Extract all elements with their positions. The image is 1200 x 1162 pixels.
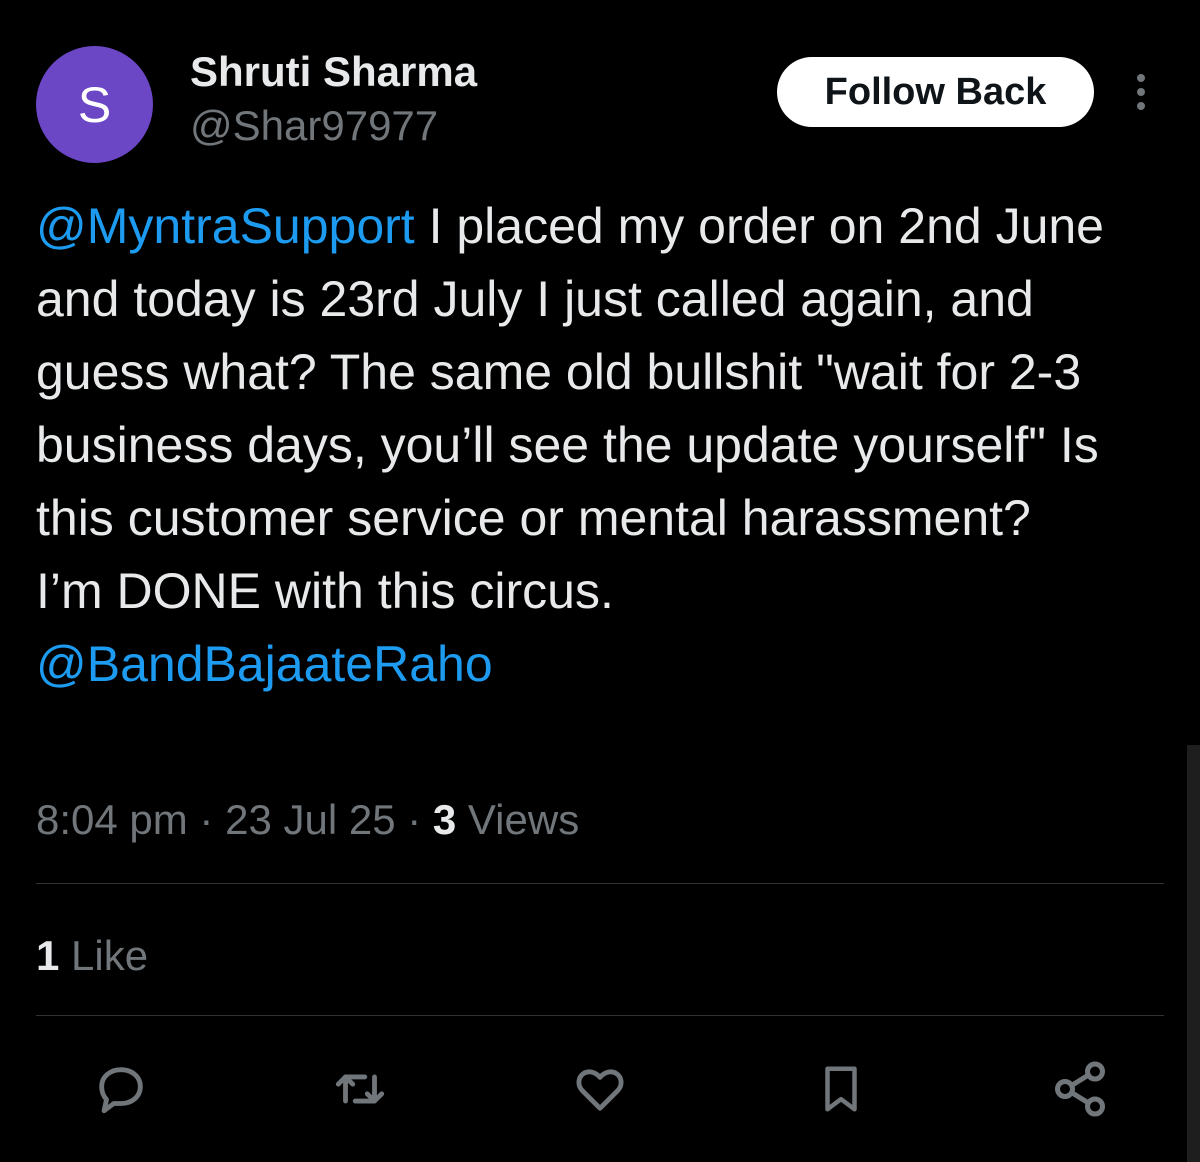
display-name[interactable]: Shruti Sharma [190, 46, 477, 98]
avatar-letter: S [77, 76, 112, 133]
divider [36, 883, 1164, 884]
likes-count: 1 [36, 932, 60, 979]
divider [36, 1015, 1164, 1016]
avatar[interactable]: S [36, 46, 153, 163]
meta-separator: · [395, 796, 433, 843]
retweet-icon [335, 1074, 385, 1104]
views-label: Views [456, 796, 580, 843]
share-button[interactable] [1045, 1054, 1115, 1124]
reply-icon [99, 1067, 143, 1114]
mention-link[interactable]: @BandBajaateRaho [36, 636, 493, 692]
more-options-button[interactable] [1124, 70, 1158, 114]
scrollbar[interactable] [1187, 745, 1200, 1162]
meta-separator: · [187, 796, 226, 843]
tweet-date[interactable]: 23 Jul 25 [225, 796, 395, 843]
tweet-time[interactable]: 8:04 pm [36, 796, 188, 843]
share-icon [1055, 1061, 1105, 1117]
follow-back-button[interactable]: Follow Back [777, 57, 1094, 127]
like-button[interactable] [565, 1054, 635, 1124]
more-vertical-icon [1137, 74, 1145, 110]
bookmark-icon [825, 1066, 857, 1112]
heart-icon [576, 1069, 624, 1111]
tweet-body: I placed my order on 2nd June and today … [36, 198, 1104, 619]
views-count: 3 [432, 796, 457, 843]
mention-link[interactable]: @MyntraSupport [36, 198, 415, 254]
user-handle[interactable]: @Shar97977 [190, 100, 438, 152]
likes-stat[interactable]: 1 Like [36, 928, 148, 984]
tweet-text: @MyntraSupport I placed my order on 2nd … [36, 190, 1176, 701]
retweet-button[interactable] [325, 1054, 395, 1124]
likes-label: Like [59, 932, 149, 979]
reply-button[interactable] [86, 1054, 156, 1124]
tweet-meta: 8:04 pm · 23 Jul 25 · 3 Views [36, 792, 579, 848]
bookmark-button[interactable] [806, 1054, 876, 1124]
